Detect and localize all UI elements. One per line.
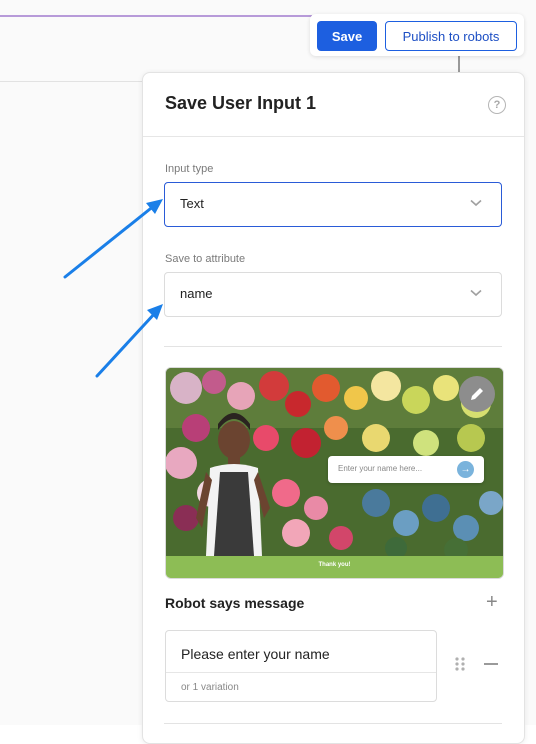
canvas-divider — [0, 81, 145, 82]
panel-title: Save User Input 1 — [165, 93, 317, 113]
robot-message-text: Please enter your name — [181, 646, 330, 662]
chevron-down-icon — [470, 289, 482, 297]
thank-you-bar: Thank you! — [166, 556, 503, 578]
pencil-icon — [471, 388, 483, 400]
help-icon[interactable]: ? — [488, 96, 506, 114]
drag-handle-icon[interactable] — [454, 657, 466, 671]
thank-you-text: Thank you! — [318, 562, 351, 568]
chevron-down-icon — [470, 199, 482, 207]
input-type-select[interactable]: Text — [164, 182, 502, 227]
bottom-divider — [164, 723, 502, 724]
preview-name-placeholder: Enter your name here... — [338, 464, 423, 473]
panel-header: Save User Input 1 ? — [143, 73, 524, 137]
flow-connector-line — [0, 15, 312, 17]
robot-says-message-title: Robot says message — [165, 595, 305, 611]
robot-message-box[interactable]: Please enter your name or 1 variation — [165, 630, 437, 702]
save-button[interactable]: Save — [317, 21, 377, 51]
save-user-input-panel: Save User Input 1 ? Input type Text Save… — [142, 72, 525, 744]
send-arrow-icon: → — [457, 461, 474, 478]
save-to-attribute-label: Save to attribute — [165, 253, 246, 265]
edit-screen-button[interactable] — [459, 376, 495, 412]
robot-screen-preview: Enter your name here... → Thank you! — [165, 367, 504, 579]
remove-message-icon[interactable] — [484, 663, 498, 665]
section-divider — [164, 346, 502, 347]
add-message-icon[interactable]: + — [486, 592, 498, 612]
save-to-attribute-value: name — [180, 286, 213, 301]
preview-name-input: Enter your name here... → — [328, 456, 484, 483]
message-separator — [166, 672, 436, 673]
input-type-value: Text — [180, 196, 204, 211]
input-type-label: Input type — [165, 163, 214, 175]
publish-to-robots-button[interactable]: Publish to robots — [385, 21, 517, 51]
save-to-attribute-select[interactable]: name — [164, 272, 502, 317]
message-variation-count[interactable]: or 1 variation — [181, 682, 239, 693]
